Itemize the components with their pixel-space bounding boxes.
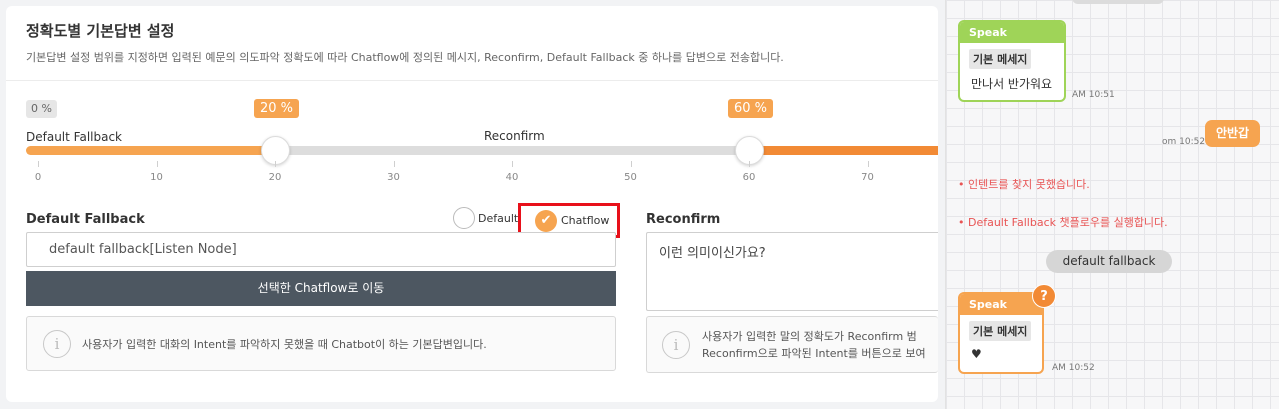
- reconfirm-title: Reconfirm: [646, 212, 721, 227]
- bot-message-text: ♥: [971, 347, 982, 361]
- radio-chatflow-label: Chatflow: [561, 214, 610, 227]
- message-type-chip: 기본 메세지: [969, 49, 1032, 69]
- radio-circle-icon: [453, 207, 475, 229]
- previous-message-pill: [1072, 0, 1164, 4]
- default-fallback-info-box: i 사용자가 입력한 대화의 Intent를 파악하지 못했을 때 Chatbo…: [26, 316, 616, 371]
- system-notice-no-intent: • 인텐트를 찾지 못했습니다.: [958, 178, 1090, 191]
- reconfirm-message-textarea[interactable]: 이런 의미이신가요?: [646, 232, 938, 311]
- default-fallback-info-text: 사용자가 입력한 대화의 Intent를 파악하지 못했을 때 Chatbot이…: [82, 338, 487, 351]
- chat-preview-panel[interactable]: Speak 기본 메세지 만나서 반가워요 AM 10:51 om 10:52 …: [945, 0, 1279, 409]
- fallback-node-pill: default fallback: [1046, 250, 1172, 273]
- message-timestamp: AM 10:52: [1052, 363, 1095, 373]
- message-timestamp: om 10:52: [1162, 137, 1206, 147]
- fallback-chatflow-input[interactable]: default fallback[Listen Node]: [26, 232, 616, 267]
- slider-tick-label: 20: [268, 172, 282, 183]
- slider-tick: [156, 161, 158, 167]
- speak-header: Speak: [960, 22, 1064, 43]
- slider-track-fallback-zone: [26, 146, 276, 155]
- question-badge-icon[interactable]: ?: [1032, 284, 1056, 308]
- app-root: 정확도별 기본답변 설정 기본답변 설정 범위를 지정하면 입력된 예문의 의도…: [0, 0, 1279, 409]
- radio-default[interactable]: Default: [453, 207, 518, 229]
- slider-tick: [867, 161, 869, 167]
- bot-speak-bubble: Speak 기본 메세지 ♥: [958, 292, 1044, 374]
- low-threshold-badge: 20 %: [254, 99, 300, 118]
- message-type-chip: 기본 메세지: [969, 321, 1032, 341]
- system-notice-run-fallback: • Default Fallback 챗플로우를 실행합니다.: [958, 216, 1168, 229]
- zone-label-default-fallback: Default Fallback: [26, 130, 122, 144]
- slider-tick: [512, 161, 513, 167]
- slider-tick: [393, 161, 395, 167]
- fallback-settings-card: 정확도별 기본답변 설정 기본답변 설정 범위를 지정하면 입력된 예문의 의도…: [6, 6, 938, 402]
- slider-tick-label: 70: [861, 172, 874, 183]
- check-icon: ✔: [535, 209, 557, 232]
- move-to-chatflow-button[interactable]: 선택한 Chatflow로 이동: [26, 271, 616, 306]
- slider-tick: [630, 161, 632, 167]
- info-icon: i: [43, 330, 71, 358]
- slider-tick-label: 60: [742, 172, 756, 183]
- slider-tick-label: 0: [34, 172, 42, 183]
- slider-tick: [275, 161, 276, 167]
- min-percent-badge: 0 %: [26, 100, 57, 118]
- reconfirm-info-box: i 사용자가 입력한 말의 정확도가 Reconfirm 범 Reconfirm…: [646, 316, 938, 373]
- bot-message-text: 만나서 반가워요: [971, 77, 1053, 91]
- reconfirm-info-line-1: 사용자가 입력한 말의 정확도가 Reconfirm 범: [702, 330, 917, 343]
- page-title: 정확도별 기본답변 설정: [26, 22, 175, 40]
- slider-tick: [38, 161, 39, 167]
- reconfirm-info-text: 사용자가 입력한 말의 정확도가 Reconfirm 범 Reconfirm으로…: [702, 328, 926, 362]
- radio-default-label: Default: [478, 211, 519, 225]
- slider-tick-label: 10: [150, 172, 163, 183]
- bot-speak-bubble: Speak 기본 메세지 만나서 반가워요: [958, 20, 1066, 102]
- user-message-bubble: 안반갑: [1205, 120, 1260, 147]
- slider-track-chatflow-zone: [750, 146, 938, 155]
- page-description: 기본답변 설정 범위를 지정하면 입력된 예문의 의도파악 정확도에 따라 Ch…: [26, 51, 784, 64]
- reconfirm-info-line-2: Reconfirm으로 파악된 Intent를 버튼으로 보여: [702, 347, 926, 360]
- slider-tick-label: 40: [505, 172, 519, 183]
- high-threshold-badge: 60 %: [728, 99, 774, 118]
- speak-header: Speak: [960, 294, 1042, 315]
- slider-tick-label: 30: [387, 172, 400, 183]
- card-header: 정확도별 기본답변 설정 기본답변 설정 범위를 지정하면 입력된 예문의 의도…: [6, 6, 938, 81]
- slider-track-reconfirm-zone: [276, 146, 750, 155]
- slider-tick: [749, 161, 750, 167]
- slider-tick-label: 50: [624, 172, 637, 183]
- zone-label-reconfirm: Reconfirm: [484, 129, 545, 143]
- info-icon: i: [662, 331, 690, 359]
- message-timestamp: AM 10:51: [1072, 90, 1115, 100]
- default-fallback-title: Default Fallback: [26, 212, 145, 227]
